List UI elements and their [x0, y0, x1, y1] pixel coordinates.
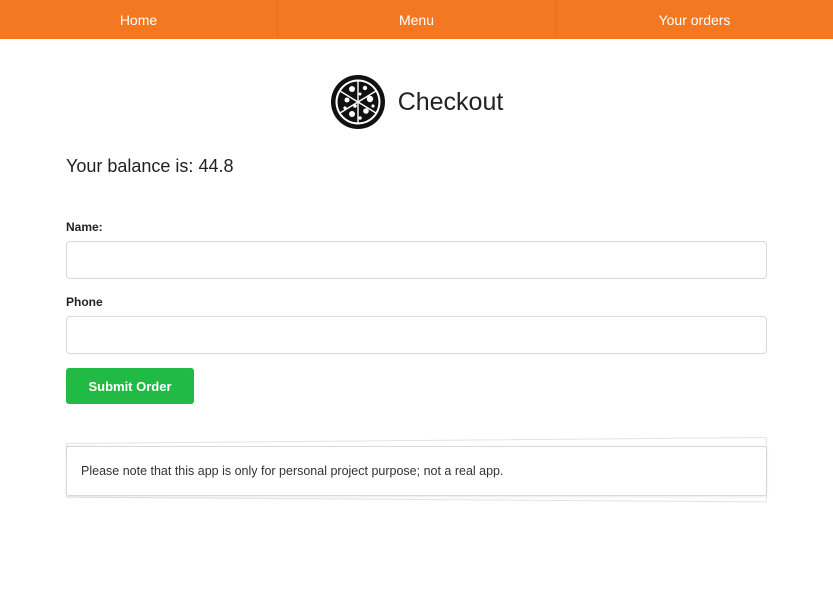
- nav-menu[interactable]: Menu: [278, 0, 556, 39]
- notice-panel: Please note that this app is only for pe…: [65, 436, 768, 503]
- nav-home[interactable]: Home: [0, 0, 278, 39]
- notice-message: Please note that this app is only for pe…: [66, 446, 767, 496]
- balance-label: Your balance is:: [66, 156, 194, 176]
- nav-your-orders-label: Your orders: [658, 11, 731, 28]
- nav-home-label: Home: [119, 11, 158, 28]
- page-title: Checkout: [397, 87, 504, 116]
- phone-field[interactable]: [66, 316, 767, 354]
- notice-text: Please note that this app is only for pe…: [81, 464, 504, 478]
- nav-your-orders[interactable]: Your orders: [556, 0, 833, 39]
- name-label: Name:: [66, 220, 103, 234]
- pizza-icon: [330, 75, 385, 129]
- page-header: Checkout: [0, 74, 833, 130]
- top-navbar: Home Menu Your orders: [0, 0, 833, 39]
- phone-label: Phone: [66, 295, 103, 309]
- balance-display: Your balance is: 44.8: [66, 156, 234, 177]
- submit-order-button[interactable]: Submit Order: [66, 368, 194, 404]
- name-field[interactable]: [66, 241, 767, 279]
- nav-menu-label: Menu: [398, 11, 435, 28]
- balance-value: 44.8: [198, 156, 234, 176]
